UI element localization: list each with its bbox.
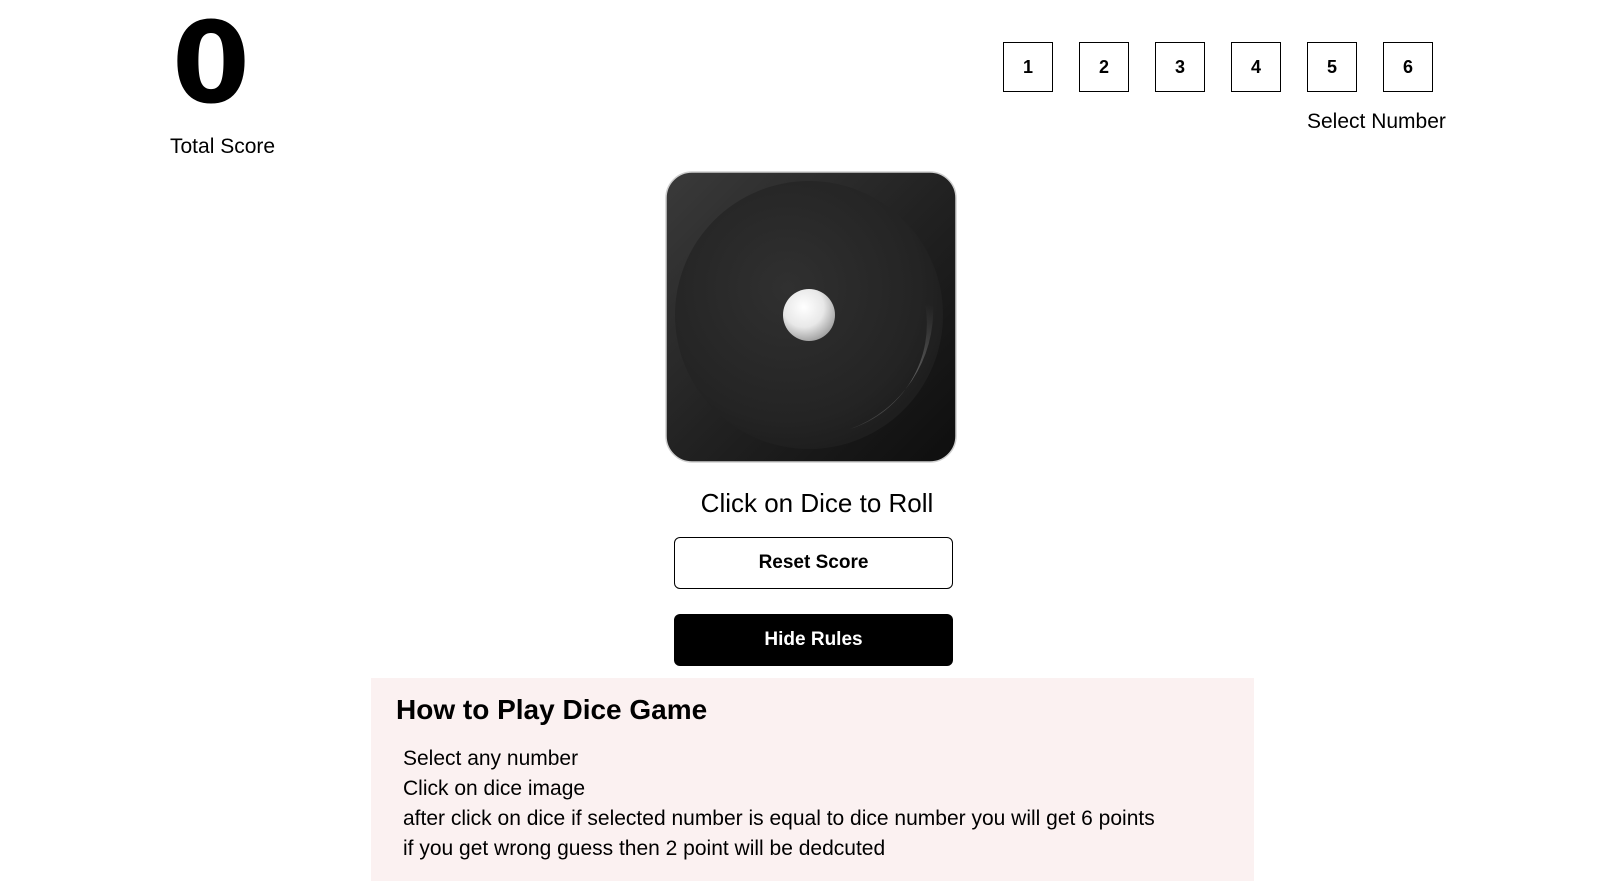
score-block: 0 Total Score bbox=[170, 4, 275, 159]
rule-item: Select any number bbox=[403, 747, 579, 770]
reset-score-button[interactable]: Reset Score bbox=[674, 537, 953, 589]
rules-title: How to Play Dice Game bbox=[396, 694, 708, 725]
dice-pip bbox=[783, 289, 835, 341]
hide-rules-button[interactable]: Hide Rules bbox=[674, 614, 953, 666]
rule-item: Click on dice image bbox=[403, 777, 586, 800]
number-option-3[interactable]: 3 bbox=[1155, 42, 1205, 92]
rule-item: after click on dice if selected number i… bbox=[403, 807, 1155, 830]
total-score-label: Total Score bbox=[170, 135, 276, 158]
dice-one-icon bbox=[665, 171, 957, 463]
rules-panel: How to Play Dice Game Select any number … bbox=[371, 678, 1254, 881]
number-option-1[interactable]: 1 bbox=[1003, 42, 1053, 92]
roll-hint: Click on Dice to Roll bbox=[0, 488, 1617, 519]
number-selector: 1 2 3 4 5 6 bbox=[1003, 42, 1433, 92]
rules-list: Select any number Click on dice image af… bbox=[396, 744, 1229, 864]
rule-item: if you get wrong guess then 2 point will… bbox=[403, 837, 886, 860]
select-number-label: Select Number bbox=[1307, 110, 1446, 133]
number-option-4[interactable]: 4 bbox=[1231, 42, 1281, 92]
dice-game-page: 0 Total Score 1 2 3 4 5 6 Select Number bbox=[0, 0, 1617, 881]
dice-image[interactable] bbox=[663, 169, 959, 465]
total-score-value: 0 bbox=[172, 0, 250, 129]
number-option-2[interactable]: 2 bbox=[1079, 42, 1129, 92]
roll-hint-text: Click on Dice to Roll bbox=[700, 488, 934, 518]
number-option-5[interactable]: 5 bbox=[1307, 42, 1357, 92]
number-option-6[interactable]: 6 bbox=[1383, 42, 1433, 92]
